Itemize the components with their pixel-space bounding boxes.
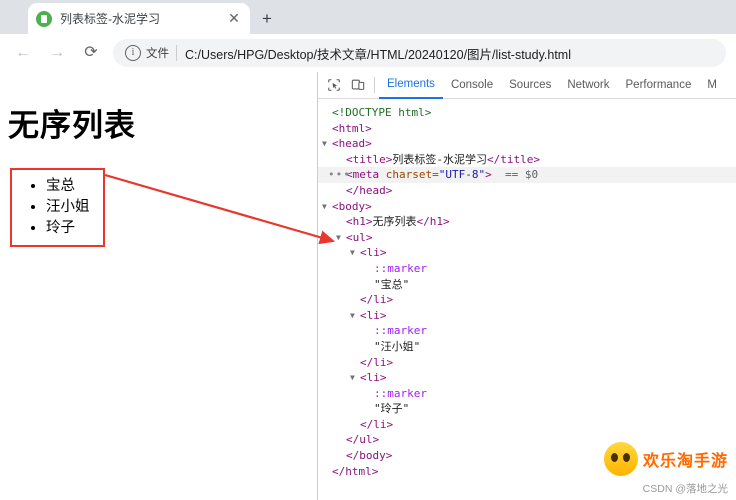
browser-toolbar: ← → ⟳ i 文件 C:/Users/HPG/Desktop/技术文章/HTM… (0, 34, 736, 72)
dom-node-row[interactable]: ▼ <body> (318, 199, 736, 215)
dom-node-row[interactable]: ▼ <head> (318, 136, 736, 152)
dom-node-row[interactable]: ▼ <li> (318, 308, 736, 324)
dom-token: <li> (360, 308, 387, 322)
dom-token: <title> (346, 152, 393, 166)
dom-token: </body> (346, 449, 393, 463)
dom-token: <ul> (346, 230, 373, 244)
dom-node-row[interactable]: <h1>无序列表</h1> (318, 214, 736, 230)
dom-node-row[interactable]: <html> (318, 121, 736, 137)
dom-node-row[interactable]: ::marker (318, 386, 736, 402)
reload-button[interactable]: ⟳ (77, 39, 105, 67)
dom-node-row[interactable]: ••• <meta charset="UTF-8"> == $0 (318, 167, 736, 183)
dom-tree[interactable]: <!DOCTYPE html> <html> ▼ <head> <title>列表标签-… (318, 99, 736, 479)
dom-token: </li> (360, 293, 394, 307)
dom-token: ::marker (374, 386, 427, 400)
list-item: 汪小姐 (46, 197, 93, 218)
dom-node-row[interactable]: <title>列表标签-水泥学习</title> (318, 152, 736, 168)
inspect-element-icon[interactable] (322, 74, 346, 96)
dom-token: 无序列表 (372, 215, 417, 229)
dom-node-row[interactable]: ▼ <ul> (318, 230, 736, 246)
dom-node-row[interactable]: ::marker (318, 261, 736, 277)
tab-title: 列表标签-水泥学习 (60, 12, 160, 26)
new-tab-button[interactable]: + (256, 8, 278, 30)
disclosure-triangle-icon[interactable]: ▼ (336, 233, 345, 242)
dom-token: 列表标签-水泥学习 (392, 152, 487, 166)
dom-token: <li> (360, 246, 387, 260)
page-icon (36, 10, 52, 27)
mascot-icon (603, 442, 638, 476)
dom-node-row[interactable]: "汪小姐" (318, 339, 736, 355)
browser-chrome: 列表标签-水泥学习 ✕ + ← → ⟳ i 文件 C:/Users/HPG/De… (0, 0, 736, 72)
devtools-panel: Elements Console Sources Network Perform… (317, 72, 736, 500)
disclosure-triangle-icon[interactable]: ▼ (322, 139, 331, 148)
dom-token: charset (385, 168, 433, 182)
dom-token: "宝总" (374, 277, 410, 291)
dom-token: <body> (332, 199, 372, 213)
tab-strip: 列表标签-水泥学习 ✕ + (0, 0, 736, 34)
dom-token: <h1> (346, 215, 373, 229)
dom-token: </li> (360, 355, 394, 369)
dom-node-row[interactable]: "宝总" (318, 277, 736, 293)
dom-token: </li> (360, 417, 394, 431)
disclosure-triangle-icon[interactable]: ▼ (350, 373, 359, 382)
dom-node-row[interactable]: </li> (318, 292, 736, 308)
dom-node-row[interactable]: </li> (318, 417, 736, 433)
dom-node-row[interactable]: ::marker (318, 323, 736, 339)
dom-token: <li> (360, 371, 387, 385)
omnibox-divider (176, 45, 177, 61)
unordered-list: 宝总 汪小姐 玲子 (10, 168, 105, 247)
dom-token: ::marker (374, 324, 427, 338)
dom-node-row[interactable]: </li> (318, 355, 736, 371)
tab-memory[interactable]: M (699, 72, 725, 98)
toolbar-divider (374, 77, 375, 93)
url-text: C:/Users/HPG/Desktop/技术文章/HTML/20240120/… (185, 47, 571, 62)
list-item: 宝总 (46, 176, 93, 197)
disclosure-triangle-icon[interactable]: ▼ (322, 202, 331, 211)
tab-console[interactable]: Console (443, 72, 501, 98)
tab-elements[interactable]: Elements (379, 72, 443, 99)
dom-node-row[interactable]: <!DOCTYPE html> (318, 105, 736, 121)
more-options-icon[interactable]: ••• (328, 167, 351, 183)
dom-token: = (432, 168, 439, 182)
scheme-label: 文件 (146, 48, 169, 60)
devtools-tabbar: Elements Console Sources Network Perform… (318, 72, 736, 99)
brand-text: 欢乐淘手游 (642, 453, 728, 470)
dom-token: </title> (486, 152, 540, 166)
browser-tab[interactable]: 列表标签-水泥学习 ✕ (28, 3, 250, 34)
info-icon[interactable]: i (125, 45, 141, 61)
dom-token: ::marker (374, 261, 427, 275)
dom-token: "汪小姐" (374, 339, 421, 353)
dom-token: > (485, 168, 492, 182)
dom-token: </h1> (416, 215, 450, 229)
address-bar[interactable]: i 文件 C:/Users/HPG/Desktop/技术文章/HTML/2024… (113, 39, 726, 67)
dom-token: <!DOCTYPE html> (332, 106, 432, 119)
dom-token: == $0 (491, 168, 539, 182)
forward-button[interactable]: → (43, 39, 71, 67)
tab-performance[interactable]: Performance (618, 72, 700, 98)
tab-network[interactable]: Network (559, 72, 617, 98)
page-title: 无序列表 (8, 108, 136, 143)
tab-sources[interactable]: Sources (501, 72, 559, 98)
list-item: 玲子 (46, 218, 93, 239)
page-viewport: 无序列表 宝总 汪小姐 玲子 (0, 72, 317, 500)
device-toolbar-icon[interactable] (346, 74, 370, 96)
close-icon[interactable]: ✕ (226, 10, 242, 27)
back-button[interactable]: ← (9, 39, 37, 67)
disclosure-triangle-icon[interactable]: ▼ (350, 311, 359, 320)
credit-watermark: CSDN @落地之光 (642, 483, 728, 495)
dom-node-row[interactable]: ▼ <li> (318, 245, 736, 261)
disclosure-triangle-icon[interactable]: ▼ (350, 248, 359, 257)
dom-node-row[interactable]: ▼ <li> (318, 370, 736, 386)
dom-token: "玲子" (374, 402, 410, 416)
brand-watermark: 欢乐淘手游 (603, 442, 728, 476)
dom-token: "UTF-8" (438, 168, 486, 182)
dom-token: <html> (332, 121, 372, 135)
dom-token: </ul> (346, 433, 380, 447)
dom-token: <head> (332, 137, 372, 151)
dom-token: </head> (346, 183, 393, 197)
dom-node-row[interactable]: </head> (318, 183, 736, 199)
dom-token: <meta (346, 168, 386, 182)
dom-node-row[interactable]: "玲子" (318, 401, 736, 417)
dom-token: </html> (332, 464, 379, 478)
